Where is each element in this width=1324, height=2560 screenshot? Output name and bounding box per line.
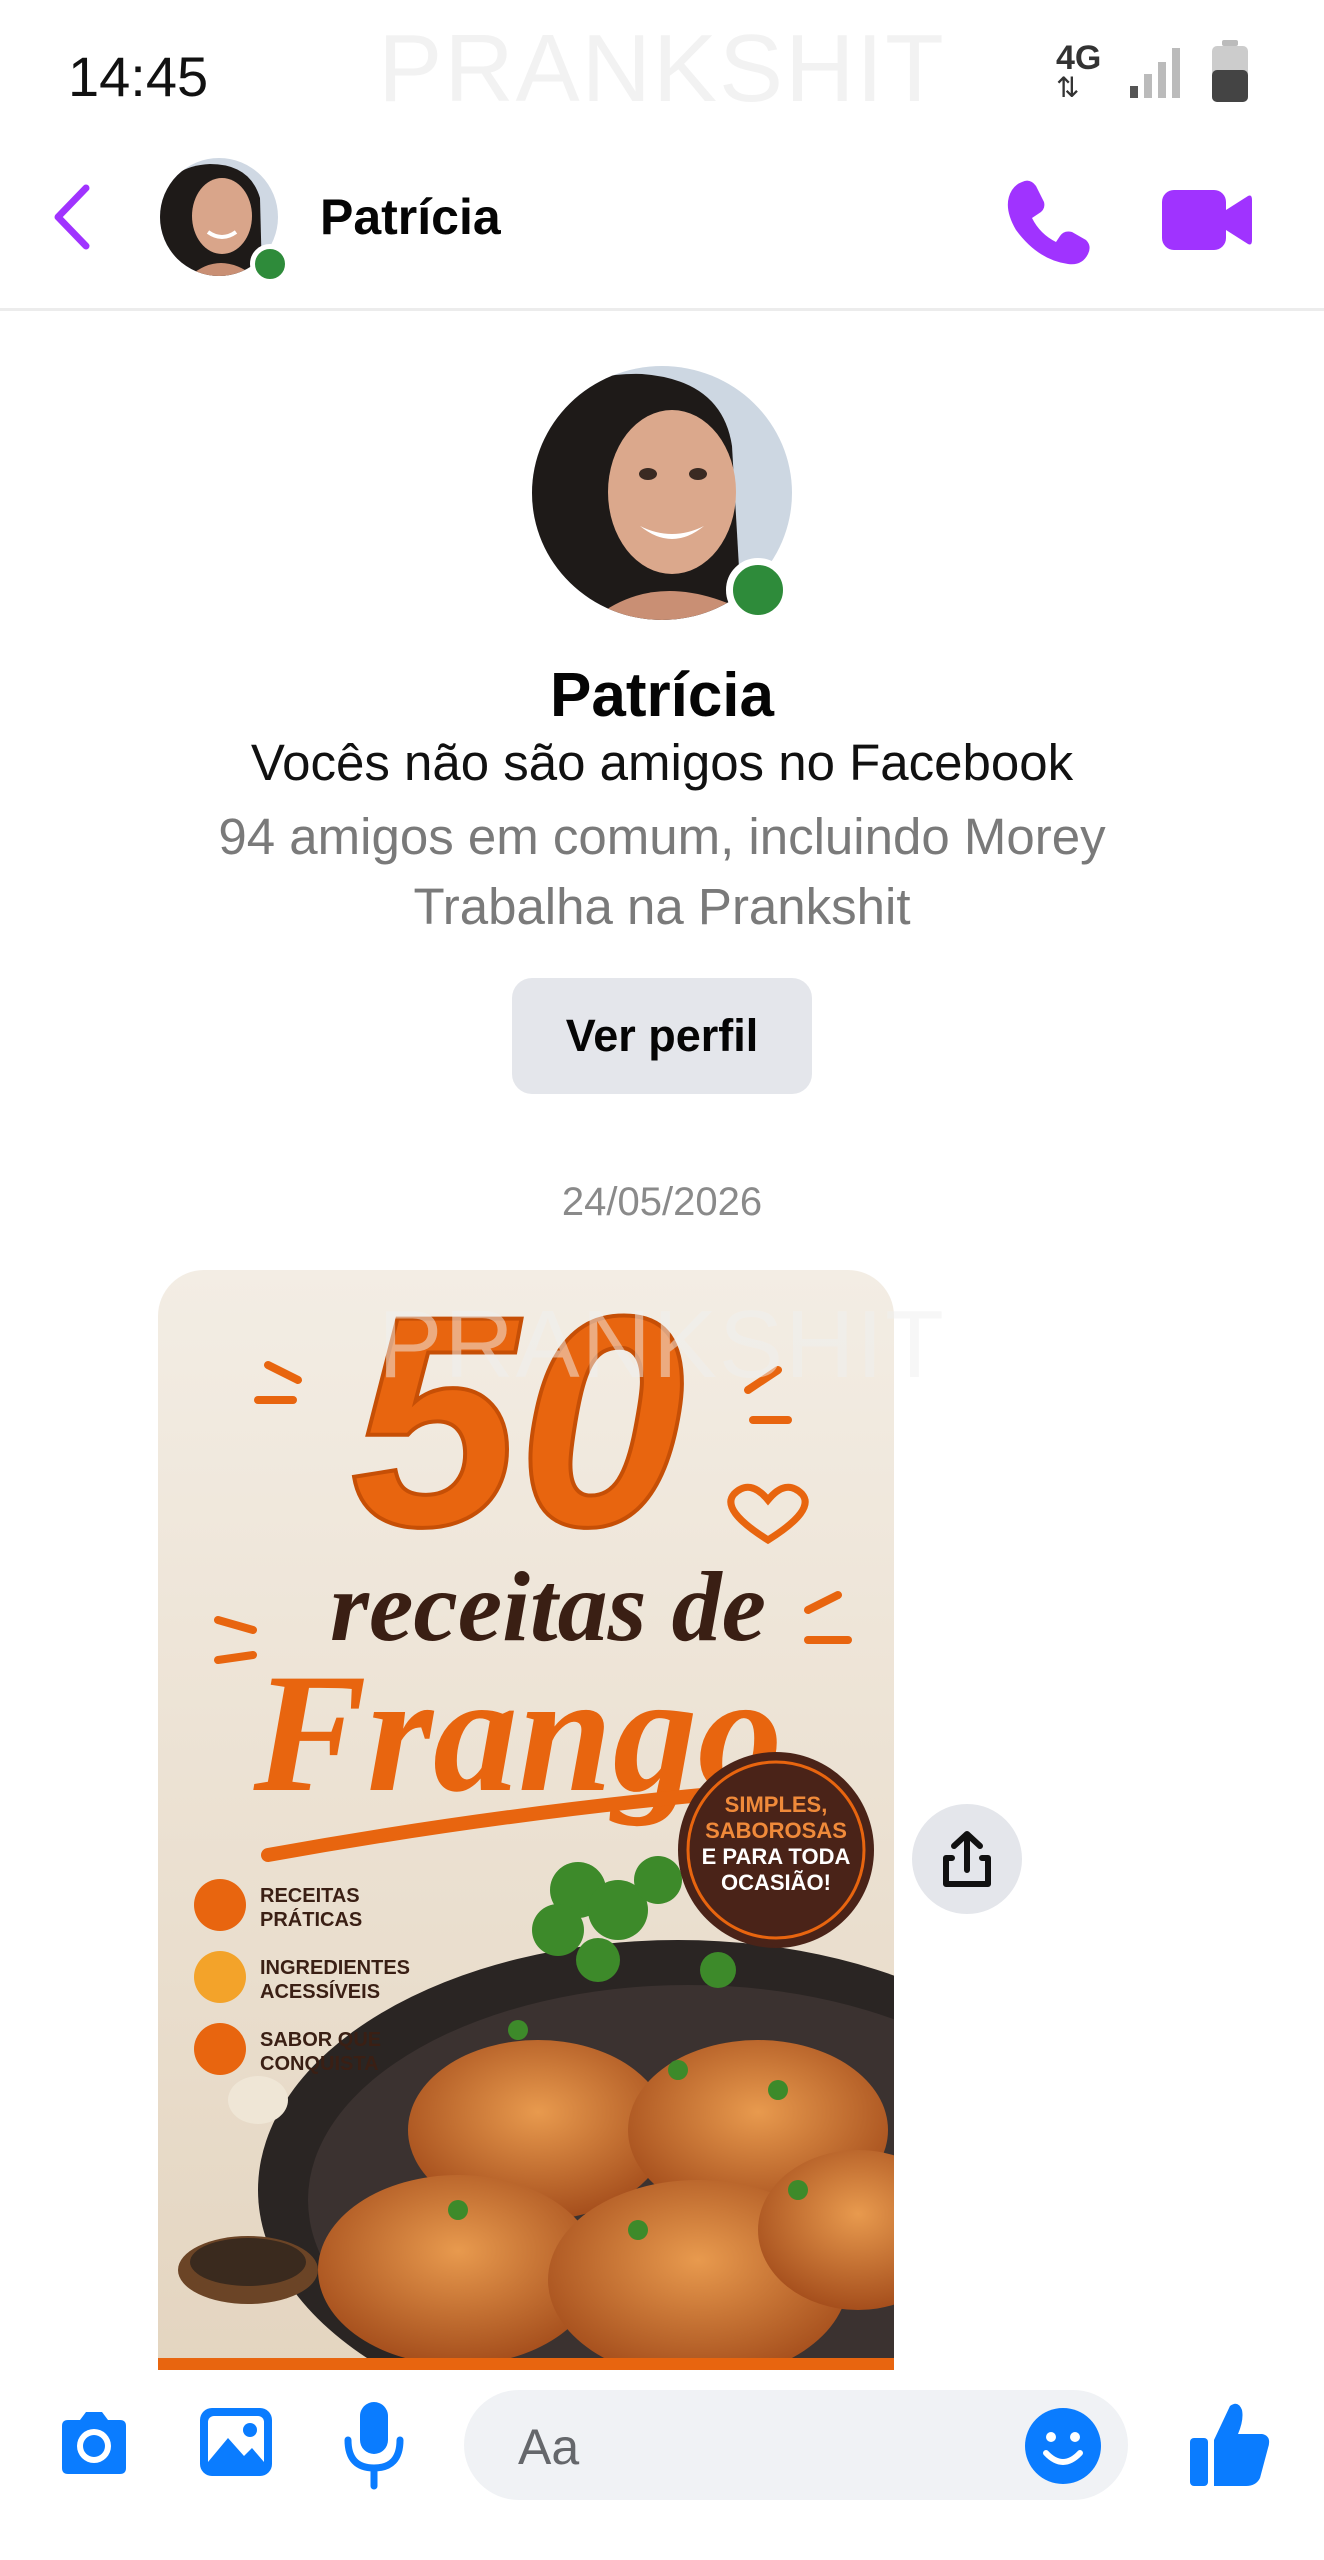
camera-button[interactable] — [52, 2402, 136, 2486]
back-button[interactable] — [34, 172, 124, 262]
online-indicator — [250, 244, 290, 284]
conversation-date: 24/05/2026 — [561, 1180, 763, 1224]
feature-2-line1: INGREDIENTES — [260, 1957, 410, 1979]
emoji-icon — [1025, 2408, 1101, 2484]
badge-line-1: SIMPLES, — [725, 1792, 828, 1817]
like-button[interactable] — [1186, 2398, 1272, 2490]
feature-2-line2: ACESSÍVEIS — [260, 1980, 380, 2003]
view-profile-button[interactable]: Ver perfil — [512, 978, 812, 1094]
camera-icon — [62, 2412, 126, 2474]
video-camera-icon — [1162, 190, 1252, 250]
signal-icon — [1128, 44, 1184, 100]
feature-1-line2: PRÁTICAS — [260, 1908, 362, 1931]
chevron-left-icon — [54, 184, 90, 250]
emoji-button[interactable] — [1024, 2407, 1102, 2485]
badge-line-2: SABOROSAS — [705, 1818, 847, 1843]
mutual-friends: 94 amigos em comum, incluindo Morey — [218, 808, 1106, 865]
voice-call-button[interactable] — [998, 172, 1098, 272]
share-button[interactable] — [912, 1804, 1022, 1914]
video-call-button[interactable] — [1156, 180, 1256, 260]
message-input-placeholder: Aa — [518, 2419, 580, 2475]
network-4g-icon: 4G ⇅ — [1056, 39, 1102, 103]
profile-name: Patrícia — [549, 661, 775, 730]
badge-line-4: OCASIÃO! — [721, 1870, 831, 1895]
feature-3-line2: CONQUISTA — [260, 2053, 379, 2075]
watermark: PRANKSHIT — [378, 15, 946, 122]
header-contact-name[interactable]: Patrícia — [320, 188, 501, 246]
image-icon — [200, 2408, 272, 2476]
battery-icon — [1210, 40, 1250, 104]
badge-line-3: E PARA TODA — [702, 1844, 851, 1869]
microphone-button[interactable] — [336, 2396, 412, 2492]
profile-details: 94 amigos em comum, incluindo Morey Trab… — [0, 802, 1324, 942]
friendship-status: Vocês não são amigos no Facebook — [250, 734, 1074, 791]
feature-3-line1: SABOR QUE — [260, 2029, 381, 2051]
share-icon — [943, 1831, 991, 1887]
online-indicator — [726, 558, 790, 622]
phone-icon — [1007, 180, 1090, 265]
image-message[interactable]: 50 receitas de Frango SIMPLES, SABOROSAS… — [158, 1270, 894, 2370]
feature-1-line1: RECEITAS — [260, 1885, 360, 1907]
thumbs-up-icon — [1190, 2403, 1270, 2486]
gallery-button[interactable] — [194, 2400, 278, 2484]
microphone-icon — [344, 2402, 404, 2490]
work-info: Trabalha na Prankshit — [413, 878, 911, 935]
watermark: PRANKSHIT — [378, 1291, 946, 1398]
